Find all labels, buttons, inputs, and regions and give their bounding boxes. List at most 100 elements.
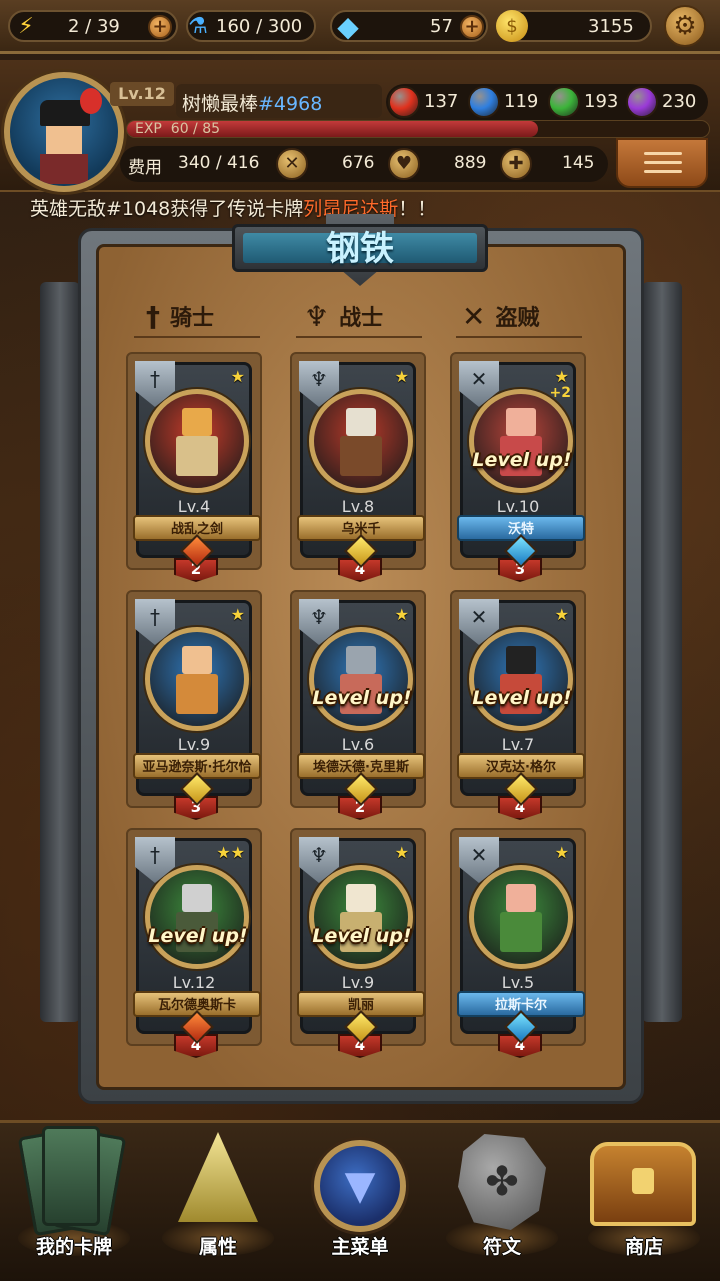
sword-icon: † xyxy=(146,299,160,333)
star-rating: ★ xyxy=(554,843,569,862)
gold-counter: $ 3155 xyxy=(496,10,652,42)
left-pillar xyxy=(40,282,80,1022)
heal-value: 145 xyxy=(562,153,595,173)
rune-stone-icon: ✤ xyxy=(458,1134,546,1230)
star-rating: ★ xyxy=(554,605,569,624)
card-slot[interactable]: † ★ Lv.4 战乱之剑 2 xyxy=(126,352,262,582)
hero-portrait xyxy=(145,865,249,969)
nav-runes[interactable]: ✤ 符文 xyxy=(432,1120,572,1280)
hero-card[interactable]: ✕ ★ Level up! Lv.7 汉克达·格尔 xyxy=(457,599,585,806)
exp-label: EXP xyxy=(135,121,162,137)
nav-attributes[interactable]: 属性 xyxy=(148,1120,288,1280)
avatar[interactable] xyxy=(4,72,124,192)
card-slot[interactable]: ✕ ★ +2 Level up! Lv.10 沃特 3 xyxy=(450,352,586,582)
card-level: Lv.12 xyxy=(172,973,216,992)
nav-my-cards[interactable]: 我的卡牌 xyxy=(4,1120,144,1280)
crossed-daggers-icon: ✕ xyxy=(462,299,486,333)
star-rating: ★ xyxy=(394,367,409,386)
right-pillar xyxy=(642,282,682,1022)
hero-card[interactable]: ✕ ★ +2 Level up! Lv.10 沃特 xyxy=(457,361,585,568)
player-tag: #4968 xyxy=(258,93,323,115)
gear-icon: ⚙ xyxy=(673,11,697,41)
purple-orb-icon xyxy=(626,86,658,118)
column-header-knight: † 骑士 xyxy=(146,299,215,333)
axe-icon: ♆ xyxy=(304,299,330,333)
card-level: Lv.9 xyxy=(341,973,375,992)
energy-counter: ⚡ 2 / 39 + xyxy=(8,10,178,42)
hero-card[interactable]: ♆ ★ Level up! Lv.6 埃德沃德·克里斯 xyxy=(297,599,425,806)
hero-sprite xyxy=(336,408,386,476)
hero-sprite xyxy=(172,408,222,476)
cost-label: 费用 xyxy=(128,158,162,178)
heal-cross-icon: ✚ xyxy=(500,148,532,180)
card-level: Lv.8 xyxy=(341,497,375,516)
board-title-plate: 钢铁 xyxy=(232,224,488,272)
hero-card[interactable]: ♆ ★ Lv.8 乌米千 xyxy=(297,361,425,568)
exp-bar: EXP 60 / 85 xyxy=(126,120,710,138)
settings-button[interactable]: ⚙ xyxy=(664,5,706,47)
treasure-chest-icon xyxy=(590,1142,696,1226)
hero-card[interactable]: † ★★ Level up! Lv.12 瓦尔德奥斯卡 xyxy=(133,837,261,1044)
upgrade-badge: +2 xyxy=(549,385,571,401)
red-orb-icon xyxy=(388,86,420,118)
hero-sprite xyxy=(496,884,546,952)
gem-counter: ◆ 57 + xyxy=(330,10,488,43)
hero-card[interactable]: ♆ ★ Level up! Lv.9 凯丽 xyxy=(297,837,425,1044)
cards-stack-icon xyxy=(17,1124,127,1237)
potion-icon: ⚗ xyxy=(188,13,208,39)
star-rating: ★ xyxy=(394,843,409,862)
hero-card[interactable]: † ★ Lv.9 亚马逊奈斯·托尔恰 xyxy=(133,599,261,806)
card-slot[interactable]: ♆ ★ Level up! Lv.9 凯丽 4 xyxy=(290,828,426,1058)
card-level: Lv.9 xyxy=(177,735,211,754)
player-name-box[interactable]: 树懒最棒#4968 xyxy=(176,84,382,118)
feather-icon xyxy=(80,88,102,114)
hero-portrait xyxy=(469,389,573,493)
pyramid-icon xyxy=(178,1132,258,1222)
coat-icon xyxy=(40,154,88,184)
level-up-label: Level up! xyxy=(312,925,412,947)
star-rating: ★ xyxy=(554,367,569,386)
hero-portrait xyxy=(145,389,249,493)
column-header-warrior: ♆ 战士 xyxy=(304,299,384,333)
green-orb-icon xyxy=(548,86,580,118)
hero-card[interactable]: ✕ ★ Lv.5 拉斯卡尔 xyxy=(457,837,585,1044)
add-gems-button[interactable]: + xyxy=(460,15,484,39)
face-icon xyxy=(46,126,82,154)
star-rating: ★ xyxy=(230,367,245,386)
board-title: 钢铁 xyxy=(326,229,394,269)
card-level: Lv.7 xyxy=(501,735,535,754)
card-slot[interactable]: ✕ ★ Level up! Lv.7 汉克达·格尔 4 xyxy=(450,590,586,820)
nav-shop[interactable]: 商店 xyxy=(574,1120,714,1280)
card-slot[interactable]: ♆ ★ Lv.8 乌米千 4 xyxy=(290,352,426,582)
hero-portrait xyxy=(145,627,249,731)
hero-sprite xyxy=(172,646,222,714)
player-name: 树懒最棒 xyxy=(182,93,259,115)
nav-main-menu[interactable]: ▼ 主菜单 xyxy=(290,1120,430,1280)
hero-portrait xyxy=(469,627,573,731)
exp-value: 60 / 85 xyxy=(170,121,221,137)
card-slot[interactable]: † ★ Lv.9 亚马逊奈斯·托尔恰 3 xyxy=(126,590,262,820)
card-level: Lv.5 xyxy=(501,973,535,992)
add-energy-button[interactable]: + xyxy=(148,15,172,39)
hero-card[interactable]: † ★ Lv.4 战乱之剑 xyxy=(133,361,261,568)
card-slot[interactable]: ♆ ★ Level up! Lv.6 埃德沃德·克里斯 2 xyxy=(290,590,426,820)
card-level: Lv.4 xyxy=(177,497,211,516)
cost-value: 340 / 416 xyxy=(178,153,260,173)
card-level: Lv.10 xyxy=(496,497,540,516)
level-up-label: Level up! xyxy=(472,449,572,471)
hero-portrait xyxy=(469,865,573,969)
stats-bar: 费用 340 / 416 ✕ 676 ♥ 889 ✚ 145 xyxy=(120,146,608,182)
attack-value: 676 xyxy=(342,153,375,173)
star-rating: ★★ xyxy=(216,843,245,862)
crossed-swords-icon: ✕ xyxy=(276,148,308,180)
hamburger-icon xyxy=(644,152,682,155)
menu-button[interactable] xyxy=(616,138,708,188)
emblem-icon: ▼ xyxy=(314,1140,406,1232)
card-level: Lv.6 xyxy=(341,735,375,754)
column-header-rogue: ✕ 盗贼 xyxy=(462,299,540,333)
level-up-label: Level up! xyxy=(148,925,248,947)
card-slot[interactable]: ✕ ★ Lv.5 拉斯卡尔 4 xyxy=(450,828,586,1058)
heart-icon: ♥ xyxy=(388,148,420,180)
resource-bar: ⚡ 2 / 39 + ⚗ 160 / 300 ◆ 57 + $ 3155 ⚙ xyxy=(0,0,720,54)
card-slot[interactable]: † ★★ Level up! Lv.12 瓦尔德奥斯卡 4 xyxy=(126,828,262,1058)
